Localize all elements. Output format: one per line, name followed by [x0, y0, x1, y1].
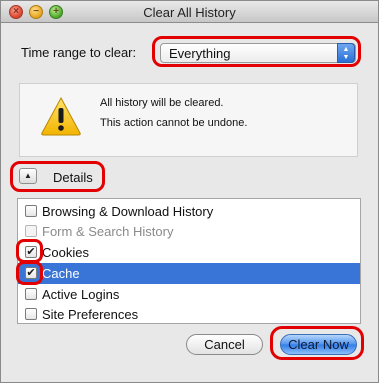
title-bar: × − + Clear All History: [1, 1, 378, 23]
list-item-cache[interactable]: ✔ Cache: [18, 263, 360, 284]
browsing-history-checkbox[interactable]: [25, 205, 37, 217]
warning-text-line-1: All history will be cleared.: [100, 97, 224, 109]
time-range-select[interactable]: Everything ▲ ▼: [160, 43, 356, 63]
list-item-cookies[interactable]: ✔ Cookies: [18, 242, 360, 263]
details-disclosure-button[interactable]: ▲: [19, 168, 37, 184]
list-item-label: Cookies: [42, 245, 89, 260]
time-range-value: Everything: [169, 46, 231, 61]
warning-text-line-2: This action cannot be undone.: [100, 117, 248, 129]
list-item-active-logins[interactable]: Active Logins: [18, 284, 360, 305]
cancel-button[interactable]: Cancel: [186, 334, 263, 355]
cache-checkbox[interactable]: ✔: [25, 267, 37, 279]
list-item-label: Form & Search History: [42, 224, 174, 239]
window-title: Clear All History: [143, 5, 236, 20]
updown-stepper-icon: ▲ ▼: [337, 43, 355, 63]
list-item-label: Site Preferences: [42, 307, 139, 322]
list-item-browsing-download-history[interactable]: Browsing & Download History: [18, 201, 360, 222]
list-item-form-search-history[interactable]: Form & Search History: [18, 221, 360, 242]
cookies-checkbox[interactable]: ✔: [25, 246, 37, 258]
site-preferences-checkbox[interactable]: [25, 308, 37, 320]
list-item-label: Browsing & Download History: [42, 204, 214, 219]
list-item-site-preferences[interactable]: Site Preferences: [18, 304, 360, 323]
list-item-label: Active Logins: [42, 287, 120, 302]
list-item-label: Cache: [42, 266, 80, 281]
time-range-label: Time range to clear:: [21, 45, 137, 60]
warning-icon: [41, 96, 81, 136]
warning-box: All history will be cleared. This action…: [19, 83, 358, 157]
history-items-list: Browsing & Download History Form & Searc…: [17, 198, 361, 324]
clear-history-dialog: × − + Clear All History Time range to cl…: [0, 0, 379, 383]
disclosure-up-icon: ▲: [24, 171, 32, 180]
details-label: Details: [53, 170, 93, 185]
active-logins-checkbox[interactable]: [25, 288, 37, 300]
form-history-checkbox[interactable]: [25, 225, 37, 237]
clear-now-button[interactable]: Clear Now: [280, 334, 357, 355]
